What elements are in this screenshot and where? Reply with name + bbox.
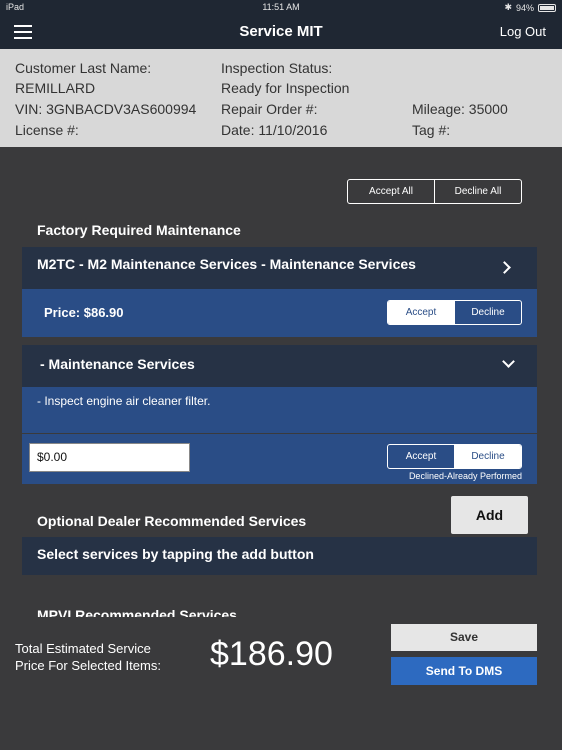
accept-all-button[interactable]: Accept All (348, 180, 434, 203)
logout-button[interactable]: Log Out (500, 24, 546, 39)
maintenance-item-header[interactable]: - Maintenance Services (22, 345, 537, 387)
clock: 11:51 AM (262, 2, 300, 12)
package-decline-button[interactable]: Decline (454, 301, 521, 324)
optional-hint: Select services by tapping the add butto… (37, 546, 314, 562)
inspection-status-label: Inspection Status: (221, 60, 333, 76)
add-service-button[interactable]: Add (451, 496, 528, 534)
package-price: Price: $86.90 (44, 305, 124, 320)
battery-icon (538, 3, 556, 12)
status-bar: iPad 11:51 AM ✱ 94% (0, 0, 562, 14)
optional-hint-row: Select services by tapping the add butto… (22, 537, 537, 575)
item-decline-button[interactable]: Decline (454, 445, 521, 468)
maintenance-item-description: - Inspect engine air cleaner filter. (37, 394, 211, 408)
save-button[interactable]: Save (391, 624, 537, 651)
battery-status: ✱ 94% (504, 2, 556, 13)
chevron-down-icon[interactable] (502, 355, 515, 368)
package-row[interactable]: M2TC - M2 Maintenance Services - Mainten… (22, 247, 537, 289)
page-title: Service MIT (239, 23, 323, 40)
package-accept-decline: Accept Decline (387, 300, 522, 325)
bluetooth-icon: ✱ (504, 2, 512, 12)
inspection-status-value: Ready for Inspection (221, 80, 350, 96)
decline-all-button[interactable]: Decline All (434, 180, 521, 203)
customer-info-panel: Customer Last Name: REMILLARD VIN: 3GNBA… (0, 49, 562, 147)
date: Date: 11/10/2016 (221, 122, 328, 138)
item-price-field[interactable]: $0.00 (29, 443, 190, 472)
tag: Tag #: (412, 122, 451, 138)
customer-label: Customer Last Name: (15, 60, 152, 76)
optional-heading: Optional Dealer Recommended Services (37, 513, 307, 529)
customer-name: REMILLARD (15, 80, 96, 96)
item-status-note: Declined-Already Performed (408, 471, 522, 481)
package-price-row: Price: $86.90 Accept Decline (22, 289, 537, 337)
nav-bar: Service MIT Log Out (0, 14, 562, 49)
item-accept-button[interactable]: Accept (388, 445, 454, 468)
repair-order: Repair Order #: (221, 101, 318, 117)
maintenance-item-detail: - Inspect engine air cleaner filter. (22, 387, 537, 433)
total-label-line-2: Price For Selected Items: (15, 658, 161, 673)
package-title: M2TC - M2 Maintenance Services - Mainten… (37, 256, 416, 272)
chevron-right-icon[interactable] (498, 261, 511, 274)
mileage: Mileage: 35000 (412, 101, 508, 117)
send-to-dms-button[interactable]: Send To DMS (391, 657, 537, 685)
footer-totals: Total Estimated Service Price For Select… (0, 617, 562, 750)
factory-heading: Factory Required Maintenance (37, 222, 241, 238)
total-label: Total Estimated Service Price For Select… (15, 640, 161, 674)
item-accept-decline: Accept Decline (387, 444, 522, 469)
total-price: $186.90 (210, 635, 333, 673)
vin: VIN: 3GNBACDV3AS600994 (15, 101, 197, 117)
global-accept-decline: Accept All Decline All (347, 179, 522, 204)
total-label-line-1: Total Estimated Service (15, 641, 151, 656)
maintenance-item-title: - Maintenance Services (40, 356, 195, 372)
license: License #: (15, 122, 79, 138)
battery-percent: 94% (515, 2, 534, 13)
package-accept-button[interactable]: Accept (388, 301, 454, 324)
